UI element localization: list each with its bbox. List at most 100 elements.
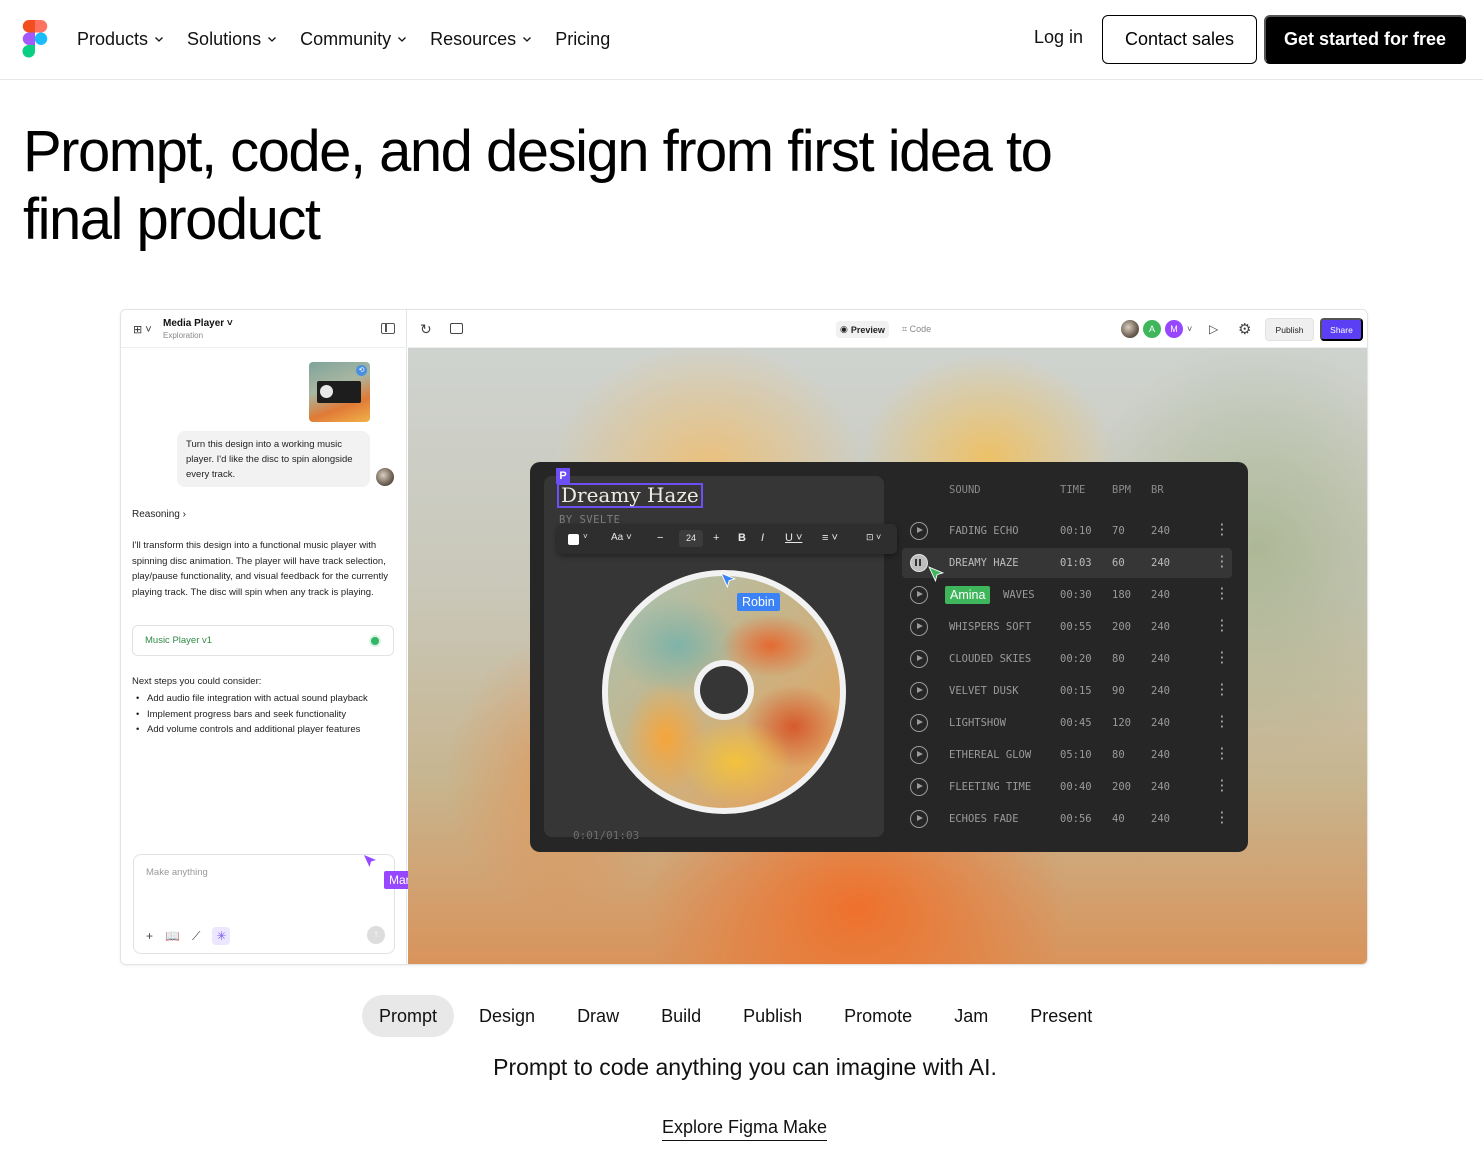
nav-pricing-label: Pricing: [555, 28, 611, 49]
increase-size-icon[interactable]: +: [713, 532, 719, 544]
play-icon[interactable]: [910, 650, 928, 668]
play-icon[interactable]: [910, 682, 928, 700]
chevron-down-icon[interactable]: ˅: [583, 532, 588, 541]
nav-community[interactable]: Community: [300, 27, 407, 51]
tab-present[interactable]: Present: [1013, 995, 1109, 1037]
tab-design[interactable]: Design: [462, 995, 552, 1037]
hero-headline: Prompt, code, and design from first idea…: [23, 118, 1123, 254]
prompt-actions: + 📖 ⟋ ✳: [146, 927, 231, 945]
track-row[interactable]: VELVET DUSK 00:15 90 240 · · ·: [902, 676, 1232, 706]
prompt-input[interactable]: Make anything + 📖 ⟋ ✳ ↑: [133, 854, 395, 954]
more-vertical-icon[interactable]: · · ·: [1218, 807, 1226, 830]
maria-cursor-icon: [364, 855, 376, 867]
font-size-field[interactable]: 24: [679, 530, 703, 547]
track-row[interactable]: ECHOES FADE 00:56 40 240 · · ·: [902, 804, 1232, 834]
nav-solutions[interactable]: Solutions: [187, 27, 277, 51]
collaborator-avatars[interactable]: A M ˅: [1121, 320, 1192, 338]
more-format-icon[interactable]: ⊡ ˅: [866, 532, 881, 543]
play-icon[interactable]: [910, 522, 928, 540]
top-nav: Products Solutions Community Resources P…: [0, 0, 1483, 80]
playback-time: 0:01/01:03: [573, 829, 640, 842]
decrease-size-icon[interactable]: −: [657, 532, 663, 544]
refresh-icon[interactable]: ↻: [420, 321, 432, 338]
version-card[interactable]: Music Player v1: [132, 625, 394, 656]
more-vertical-icon[interactable]: · · ·: [1218, 775, 1226, 798]
bold-icon[interactable]: B: [738, 532, 746, 544]
play-icon[interactable]: ▷: [1209, 322, 1218, 336]
play-icon[interactable]: [910, 586, 928, 604]
tab-build[interactable]: Build: [644, 995, 718, 1037]
tab-preview[interactable]: ◉ Preview: [836, 321, 889, 338]
nav-resources[interactable]: Resources: [430, 27, 532, 51]
nav-pricing[interactable]: Pricing: [555, 27, 610, 51]
tab-code[interactable]: ⌗ Code: [902, 324, 931, 335]
book-icon[interactable]: 📖: [165, 929, 180, 943]
figma-logo-icon[interactable]: [22, 20, 48, 58]
make-menu-icon[interactable]: ⊞ ˅: [133, 323, 152, 336]
track-row[interactable]: WHISPERS SOFT 00:55 200 240 · · ·: [902, 612, 1232, 642]
nav-products[interactable]: Products: [77, 27, 164, 51]
pause-icon[interactable]: [910, 554, 928, 572]
play-icon[interactable]: [910, 778, 928, 796]
track-row[interactable]: FLEETING TIME 00:40 200 240 · · ·: [902, 772, 1232, 802]
sidebar-header: ⊞ ˅ Media Player ˅ Exploration: [121, 310, 407, 348]
track-bpm: 80: [1112, 749, 1125, 761]
font-icon[interactable]: Aa ˅: [611, 532, 632, 543]
track-time: 00:15: [1060, 685, 1092, 697]
more-vertical-icon[interactable]: · · ·: [1218, 519, 1226, 542]
point-select-icon[interactable]: ✳: [212, 927, 231, 945]
nav-products-label: Products: [77, 28, 149, 49]
track-row[interactable]: LIGHTSHOW 00:45 120 240 · · ·: [902, 708, 1232, 738]
chevron-right-icon: ›: [182, 509, 186, 520]
more-vertical-icon[interactable]: · · ·: [1218, 551, 1226, 574]
get-started-button[interactable]: Get started for free: [1264, 15, 1466, 64]
tab-jam[interactable]: Jam: [937, 995, 1005, 1037]
play-icon[interactable]: [910, 714, 928, 732]
product-demo-window: ⊞ ˅ Media Player ˅ Exploration ⟲ Turn th…: [120, 309, 1368, 965]
align-icon[interactable]: ≡ ˅: [822, 532, 838, 544]
project-title[interactable]: Media Player ˅: [163, 318, 233, 329]
underline-icon[interactable]: U ˅: [785, 532, 802, 544]
send-button[interactable]: ↑: [367, 926, 385, 944]
track-row[interactable]: FADING ECHO 00:10 70 240 · · ·: [902, 516, 1232, 546]
share-button[interactable]: Share: [1320, 318, 1363, 341]
gear-icon[interactable]: ⚙: [1238, 320, 1251, 338]
color-swatch-icon[interactable]: [568, 534, 579, 545]
more-vertical-icon[interactable]: · · ·: [1218, 583, 1226, 606]
publish-button[interactable]: Publish: [1265, 318, 1314, 341]
song-title[interactable]: Dreamy Haze: [557, 483, 703, 508]
magic-wand-icon[interactable]: ⟋: [192, 929, 200, 944]
more-vertical-icon[interactable]: · · ·: [1218, 711, 1226, 734]
play-icon[interactable]: [910, 810, 928, 828]
track-row[interactable]: ETHEREAL GLOW 05:10 80 240 · · ·: [902, 740, 1232, 770]
more-vertical-icon[interactable]: · · ·: [1218, 679, 1226, 702]
attached-design-thumbnail[interactable]: ⟲: [309, 362, 370, 422]
play-icon[interactable]: [910, 746, 928, 764]
track-name: FLEETING TIME: [949, 781, 1032, 793]
tab-draw[interactable]: Draw: [560, 995, 636, 1037]
tab-prompt[interactable]: Prompt: [362, 995, 455, 1037]
more-vertical-icon[interactable]: · · ·: [1218, 743, 1226, 766]
play-icon[interactable]: [910, 618, 928, 636]
version-card-label: Music Player v1: [145, 635, 213, 646]
prompt-placeholder: Make anything: [146, 867, 208, 878]
track-br: 240: [1151, 653, 1170, 665]
track-br: 240: [1151, 685, 1170, 697]
track-row[interactable]: DREAMY HAZE 01:03 60 240 · · ·: [902, 548, 1232, 578]
track-time: 00:30: [1060, 589, 1092, 601]
contact-sales-button[interactable]: Contact sales: [1102, 15, 1257, 64]
tab-publish[interactable]: Publish: [726, 995, 819, 1037]
reasoning-toggle[interactable]: Reasoning ›: [132, 509, 186, 520]
more-vertical-icon[interactable]: · · ·: [1218, 647, 1226, 670]
tab-promote[interactable]: Promote: [827, 995, 929, 1037]
plus-icon[interactable]: +: [146, 929, 153, 943]
more-vertical-icon[interactable]: · · ·: [1218, 615, 1226, 638]
italic-icon[interactable]: I: [761, 532, 764, 544]
toggle-sidebar-icon[interactable]: [381, 323, 395, 334]
login-link[interactable]: Log in: [1034, 27, 1083, 48]
device-frame-icon[interactable]: [450, 323, 463, 334]
assistant-reply: I'll transform this design into a functi…: [132, 540, 388, 598]
explore-figma-make-link[interactable]: Explore Figma Make: [662, 1117, 828, 1141]
track-row[interactable]: CLOUDED SKIES 00:20 80 240 · · ·: [902, 644, 1232, 674]
track-br: 240: [1151, 589, 1170, 601]
